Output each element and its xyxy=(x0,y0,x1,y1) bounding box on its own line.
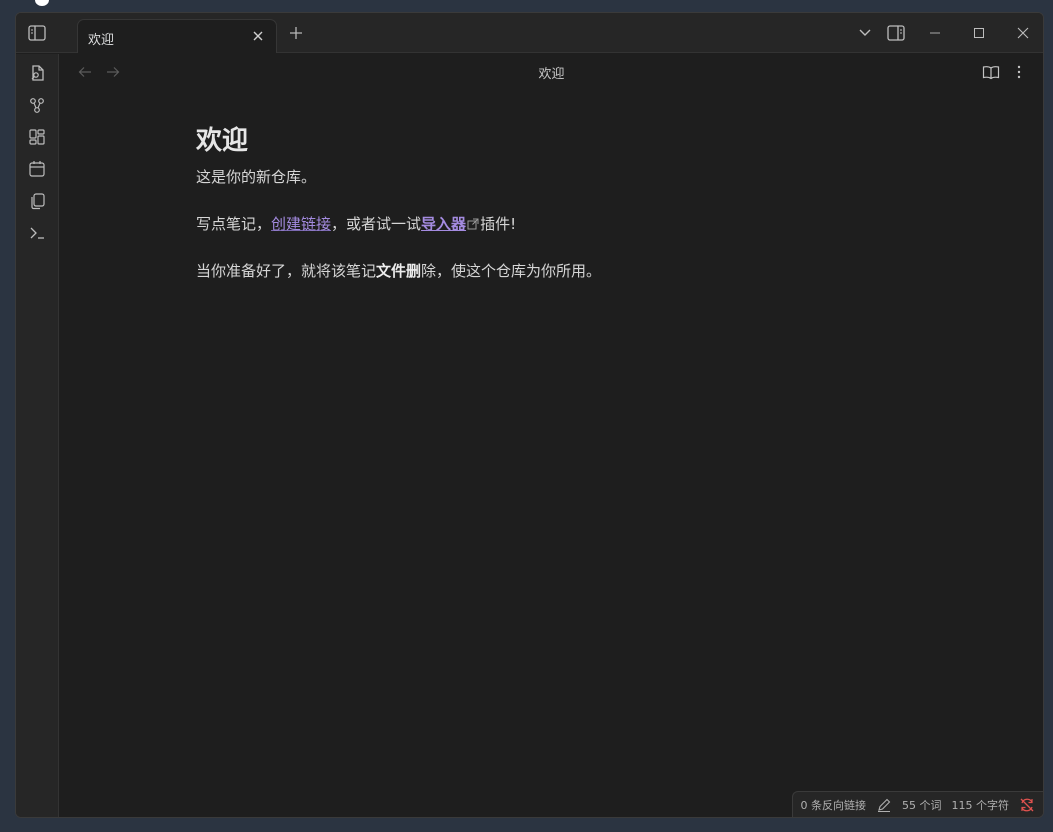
bold-text: 文件删 xyxy=(376,262,422,280)
plus-icon[interactable] xyxy=(287,24,305,42)
templates-icon[interactable] xyxy=(26,190,48,212)
backlinks-count[interactable]: 0 条反向链接 xyxy=(801,797,867,813)
word-count: 55 个词 xyxy=(902,798,942,812)
canvas-icon[interactable] xyxy=(26,126,48,148)
right-sidebar-icon[interactable] xyxy=(885,23,907,43)
desktop-cursor-marker xyxy=(35,0,49,6)
tab-welcome[interactable]: 欢迎 xyxy=(77,19,277,53)
note-heading: 欢迎 xyxy=(196,126,249,156)
more-options-icon[interactable] xyxy=(1009,62,1029,82)
quick-switcher-icon[interactable] xyxy=(26,62,48,84)
reading-view-icon[interactable] xyxy=(981,62,1001,82)
sidebar-toggle-icon[interactable] xyxy=(26,23,48,43)
title-bar: 欢迎 xyxy=(16,13,1043,53)
pencil-icon[interactable] xyxy=(876,797,892,813)
terminal-icon[interactable] xyxy=(26,222,48,244)
view-title[interactable]: 欢迎 xyxy=(60,63,1043,82)
external-link-icon xyxy=(467,218,479,230)
sync-error-icon[interactable] xyxy=(1019,797,1035,813)
text-segment: 写点笔记， xyxy=(196,215,272,233)
paragraph-links: 写点笔记，创建链接，或者试一试导入器 插件! xyxy=(196,213,896,235)
calendar-icon[interactable] xyxy=(26,158,48,180)
chevron-down-icon[interactable] xyxy=(854,23,876,43)
window-close-icon[interactable] xyxy=(1012,23,1034,43)
note-content[interactable]: 欢迎 这是你的新仓库。 写点笔记，创建链接，或者试一试导入器 插件! 当你准备好了… xyxy=(196,124,896,282)
paragraph-intro: 这是你的新仓库。 xyxy=(196,168,317,186)
external-link-importer[interactable]: 导入器 xyxy=(421,215,466,233)
paragraph-delete: 当你准备好了，就将该笔记文件删除，使这个仓库为你所用。 xyxy=(196,260,896,282)
text-segment: 插件! xyxy=(480,215,517,233)
tab-label: 欢迎 xyxy=(88,33,115,48)
text-segment: 当你准备好了，就将该笔记 xyxy=(196,262,377,280)
char-count: 115 个字符 xyxy=(951,798,1010,812)
text-segment: 除，使这个仓库为你所用。 xyxy=(421,262,602,280)
view-header: 欢迎 xyxy=(60,54,1043,90)
maximize-icon[interactable] xyxy=(968,23,990,43)
app-window: 欢迎 欢迎 欢迎 这是你的新仓库。 写点笔记，创建链接，或者试一试导入器 插件!… xyxy=(15,12,1044,818)
text-segment: ，或者试一试 xyxy=(331,215,422,233)
editor-pane: 欢迎 欢迎 这是你的新仓库。 写点笔记，创建链接，或者试一试导入器 插件! 当你准… xyxy=(60,54,1043,817)
minimize-icon[interactable] xyxy=(924,23,946,43)
internal-link-create-link[interactable]: 创建链接 xyxy=(271,215,331,233)
graph-icon[interactable] xyxy=(26,94,48,116)
close-icon[interactable] xyxy=(250,28,266,44)
left-ribbon xyxy=(16,54,59,817)
status-bar: 0 条反向链接 55 个词 115 个字符 xyxy=(791,791,1043,817)
